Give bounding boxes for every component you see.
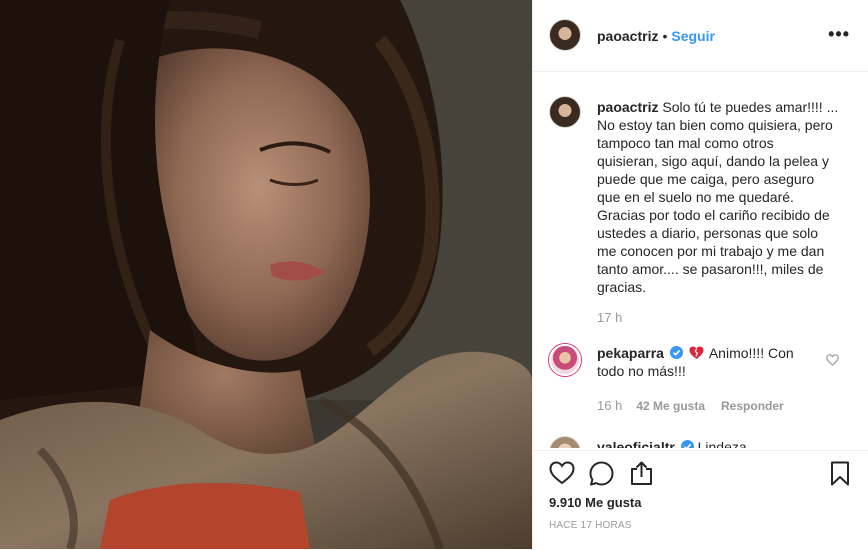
caption-body: paoactriz Solo tú te puedes amar!!!! ...… <box>597 98 857 296</box>
post-header: paoactriz • Seguir ••• <box>533 0 868 72</box>
comment-body: pekaparra Animo!!!! Con todo no más!!! <box>597 344 817 380</box>
comment-likes[interactable]: 42 Me gusta <box>636 399 705 413</box>
comment-bubble-icon[interactable] <box>589 461 614 486</box>
follow-button[interactable]: Seguir <box>671 28 715 44</box>
commenter-username[interactable]: pekaparra <box>597 345 664 361</box>
caption-time: 17 h <box>597 310 623 325</box>
comments-list: paoactriz Solo tú te puedes amar!!!! ...… <box>533 72 868 448</box>
caption-line: puede que me caiga, pero aseguro <box>597 171 815 187</box>
caption-line: Gracias por todo el cariño recibido de <box>597 207 830 223</box>
caption-line: tanto amor.... se pasaron!!!, miles de <box>597 261 824 277</box>
comment-like-heart-icon[interactable] <box>826 354 839 366</box>
commenter-avatar[interactable] <box>549 344 581 376</box>
post-sidebar: paoactriz • Seguir ••• paoactriz Solo tú… <box>532 0 868 549</box>
comment-time: 16 h <box>597 398 623 413</box>
caption-line: No estoy tan bien como quisiera, pero <box>597 117 833 133</box>
caption-line: paoactriz Solo tú te puedes amar!!!! ... <box>597 99 839 115</box>
commenter-avatar[interactable] <box>549 436 581 448</box>
bookmark-icon[interactable] <box>830 461 850 486</box>
heart-outline-icon[interactable] <box>549 461 575 485</box>
instagram-post: paoactriz • Seguir ••• paoactriz Solo tú… <box>0 0 868 549</box>
caption-line: gracias. <box>597 279 647 295</box>
more-options-icon[interactable]: ••• <box>828 25 850 43</box>
author-avatar[interactable] <box>549 19 581 51</box>
header-separator: • <box>662 28 668 44</box>
comment-meta-row: 16 h 42 Me gusta Responder <box>597 398 784 413</box>
verified-badge-icon <box>680 440 694 448</box>
post-timestamp: HACE 17 HORAS <box>549 520 632 531</box>
photo-illustration <box>0 0 532 549</box>
broken-heart-emoji <box>689 346 704 359</box>
verified-badge-icon <box>669 346 683 359</box>
caption-line: quisieran, sigo aquí, dando la pelea y <box>597 153 829 169</box>
author-username[interactable]: paoactriz <box>597 28 658 44</box>
likes-count[interactable]: 9.910 Me gusta <box>549 495 642 510</box>
caption-line: tampoco tan mal como otros <box>597 135 774 151</box>
caption-line: ustedes a diario, personas que solo <box>597 225 819 241</box>
post-photo[interactable] <box>0 0 532 549</box>
caption-line: me conocen por mi trabajo y me dan <box>597 243 825 259</box>
caption-line: que en el suelo no me quedaré. <box>597 189 794 205</box>
header-title-row: paoactriz • Seguir <box>597 28 715 44</box>
comment-line: pekaparra Animo!!!! Con <box>597 345 794 361</box>
reply-button[interactable]: Responder <box>721 399 784 413</box>
comment-body: valeoficialtr Lindeza <box>597 438 837 448</box>
comment-line: todo no más!!! <box>597 363 686 379</box>
caption-avatar[interactable] <box>549 96 581 128</box>
share-icon[interactable] <box>629 461 654 486</box>
caption-username[interactable]: paoactriz <box>597 99 658 115</box>
commenter-username[interactable]: valeoficialtr <box>597 439 675 448</box>
